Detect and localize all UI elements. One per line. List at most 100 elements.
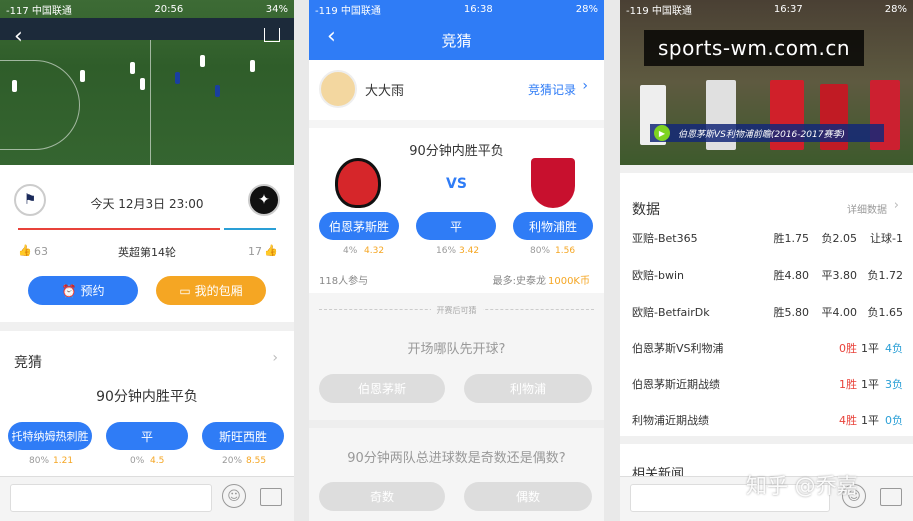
play-icon[interactable]: ▶ [654, 125, 670, 141]
option-draw-button[interactable]: 平 [416, 212, 496, 240]
liverpool-logo [531, 158, 575, 208]
stadium-stand [0, 18, 294, 40]
watermark: sports-wm.com.cn [644, 30, 864, 66]
question-odd-even: 90分钟两队总进球数是奇数还是偶数? [347, 451, 566, 466]
record-wins: 0胜 [839, 342, 857, 355]
option-odds: 3.42 [459, 246, 480, 256]
comment-input[interactable] [10, 484, 212, 512]
support-bar-away [224, 228, 276, 230]
status-bar: -117 中国联通 20:56 34% [0, 0, 294, 18]
guess-record-link[interactable]: 竞猜记录 [528, 81, 576, 98]
odds-value: 负1.72 [867, 269, 904, 282]
phone-screen-3: -119 中国联通 16:37 28% sports-wm.com.cn 伯恩茅… [620, 0, 913, 521]
record-row[interactable]: 伯恩茅斯VS利物浦 0胜 1平 4负 [632, 340, 903, 356]
top-bettor-amount: 1000K币 [547, 276, 590, 287]
battery-label: 34% [265, 3, 288, 15]
my-box-button[interactable]: ▭ 我的包厢 [156, 276, 266, 305]
chevron-right-icon[interactable]: › [894, 198, 899, 213]
player [200, 55, 205, 67]
record-wins: 1胜 [839, 378, 857, 391]
support-bar-home [18, 228, 220, 230]
option-pct: 16% [436, 246, 457, 256]
option-home-win-button[interactable]: 托特纳姆热刺胜 [8, 422, 92, 450]
video-player[interactable] [0, 0, 294, 165]
option-pct: 0% [130, 456, 145, 466]
option-home-win-button[interactable]: 伯恩茅斯胜 [319, 212, 399, 240]
emoji-icon[interactable]: ☺ [222, 484, 246, 508]
participants-count: 118人参与 [319, 276, 369, 287]
odds-value: 负1.65 [867, 306, 904, 319]
option-pct: 80% [29, 456, 50, 466]
reserve-button[interactable]: ⏰ 预约 [28, 276, 138, 305]
image-icon[interactable] [260, 488, 282, 506]
section-divider [309, 420, 604, 428]
avatar[interactable] [319, 70, 357, 108]
alarm-clock-icon: ⏰ [61, 283, 77, 298]
option-bournemouth-button[interactable]: 伯恩茅斯 [319, 374, 445, 403]
back-chevron-icon[interactable]: ‹ [14, 24, 23, 49]
odds-row: 欧赔-BetfairDk 胜5.80 平4.00 负1.65 [632, 304, 903, 320]
option-odds: 1.21 [53, 456, 74, 466]
record-row[interactable]: 伯恩茅斯近期战绩 1胜 1平 3负 [632, 376, 903, 392]
odds-value: 胜4.80 [773, 269, 810, 282]
chevron-right-icon[interactable]: › [582, 78, 588, 94]
odds-provider: 欧赔-bwin [632, 269, 684, 282]
odds-value: 让球-1 [870, 232, 903, 245]
clock: 16:37 [773, 3, 803, 15]
record-wins: 4胜 [839, 414, 857, 427]
option-away-win-button[interactable]: 斯旺西胜 [202, 422, 284, 450]
battery-label: 28% [884, 3, 907, 15]
record-name: 利物浦近期战绩 [632, 414, 709, 427]
record-losses: 0负 [885, 414, 903, 427]
option-away-win-button[interactable]: 利物浦胜 [513, 212, 593, 240]
odds-provider: 欧赔-BetfairDk [632, 306, 710, 319]
record-draws: 1平 [861, 378, 879, 391]
battery-label: 28% [575, 3, 598, 15]
carrier-label: -117 中国联通 [6, 5, 72, 17]
record-losses: 3负 [885, 378, 903, 391]
section-divider [620, 165, 913, 173]
section-divider [0, 322, 294, 331]
option-odds: 4.32 [364, 246, 385, 256]
player [215, 85, 220, 97]
page-title: 竞猜 [441, 32, 472, 50]
option-pct: 20% [222, 456, 243, 466]
image-icon[interactable] [880, 488, 902, 506]
user-name: 大大雨 [365, 84, 405, 99]
section-title: 竞猜 [14, 355, 42, 371]
option-odds: 1.56 [555, 246, 576, 256]
status-bar: -119 中国联通 16:37 28% [620, 0, 913, 18]
chevron-right-icon[interactable]: › [272, 350, 278, 366]
after-kickoff-label: 开赛后可猜 [430, 306, 483, 315]
option-even-button[interactable]: 偶数 [464, 482, 592, 511]
option-odds: 8.55 [246, 456, 267, 466]
option-draw-button[interactable]: 平 [106, 422, 188, 450]
option-pct: 80% [530, 246, 551, 256]
match-time: 今天 12月3日 23:00 [90, 197, 204, 211]
my-box-label: 我的包厢 [194, 284, 243, 298]
reserve-label: 预约 [80, 284, 105, 298]
thumb-up-icon[interactable]: 👍 [264, 244, 278, 257]
clock: 20:56 [154, 3, 184, 15]
odds-value: 负2.05 [821, 232, 858, 245]
detail-data-link[interactable]: 详细数据 [847, 201, 887, 216]
share-icon[interactable] [264, 28, 280, 42]
video-caption: 伯恩茅斯VS利物浦前瞻(2016-2017赛季) [650, 124, 884, 142]
record-row[interactable]: 利物浦近期战绩 4胜 1平 0负 [632, 412, 903, 428]
record-losses: 4负 [885, 342, 903, 355]
carrier-label: -119 中国联通 [626, 5, 692, 17]
record-name: 伯恩茅斯VS利物浦 [632, 342, 724, 355]
player [250, 60, 255, 72]
odds-value: 平4.00 [821, 306, 858, 319]
section-divider [620, 436, 913, 444]
odds-value: 胜5.80 [773, 306, 810, 319]
odds-provider: 亚赔-Bet365 [632, 232, 698, 245]
option-liverpool-button[interactable]: 利物浦 [464, 374, 592, 403]
phone-screen-2: -119 中国联通 16:38 28% ‹ 竞猜 大大雨 竞猜记录 › 90分钟… [309, 0, 604, 521]
option-pct: 4% [343, 246, 358, 256]
option-odd-button[interactable]: 奇数 [319, 482, 445, 511]
section-title: 数据 [632, 202, 660, 218]
back-chevron-icon[interactable]: ‹ [327, 24, 336, 49]
likes-away: 17 [248, 245, 262, 258]
player [130, 62, 135, 74]
